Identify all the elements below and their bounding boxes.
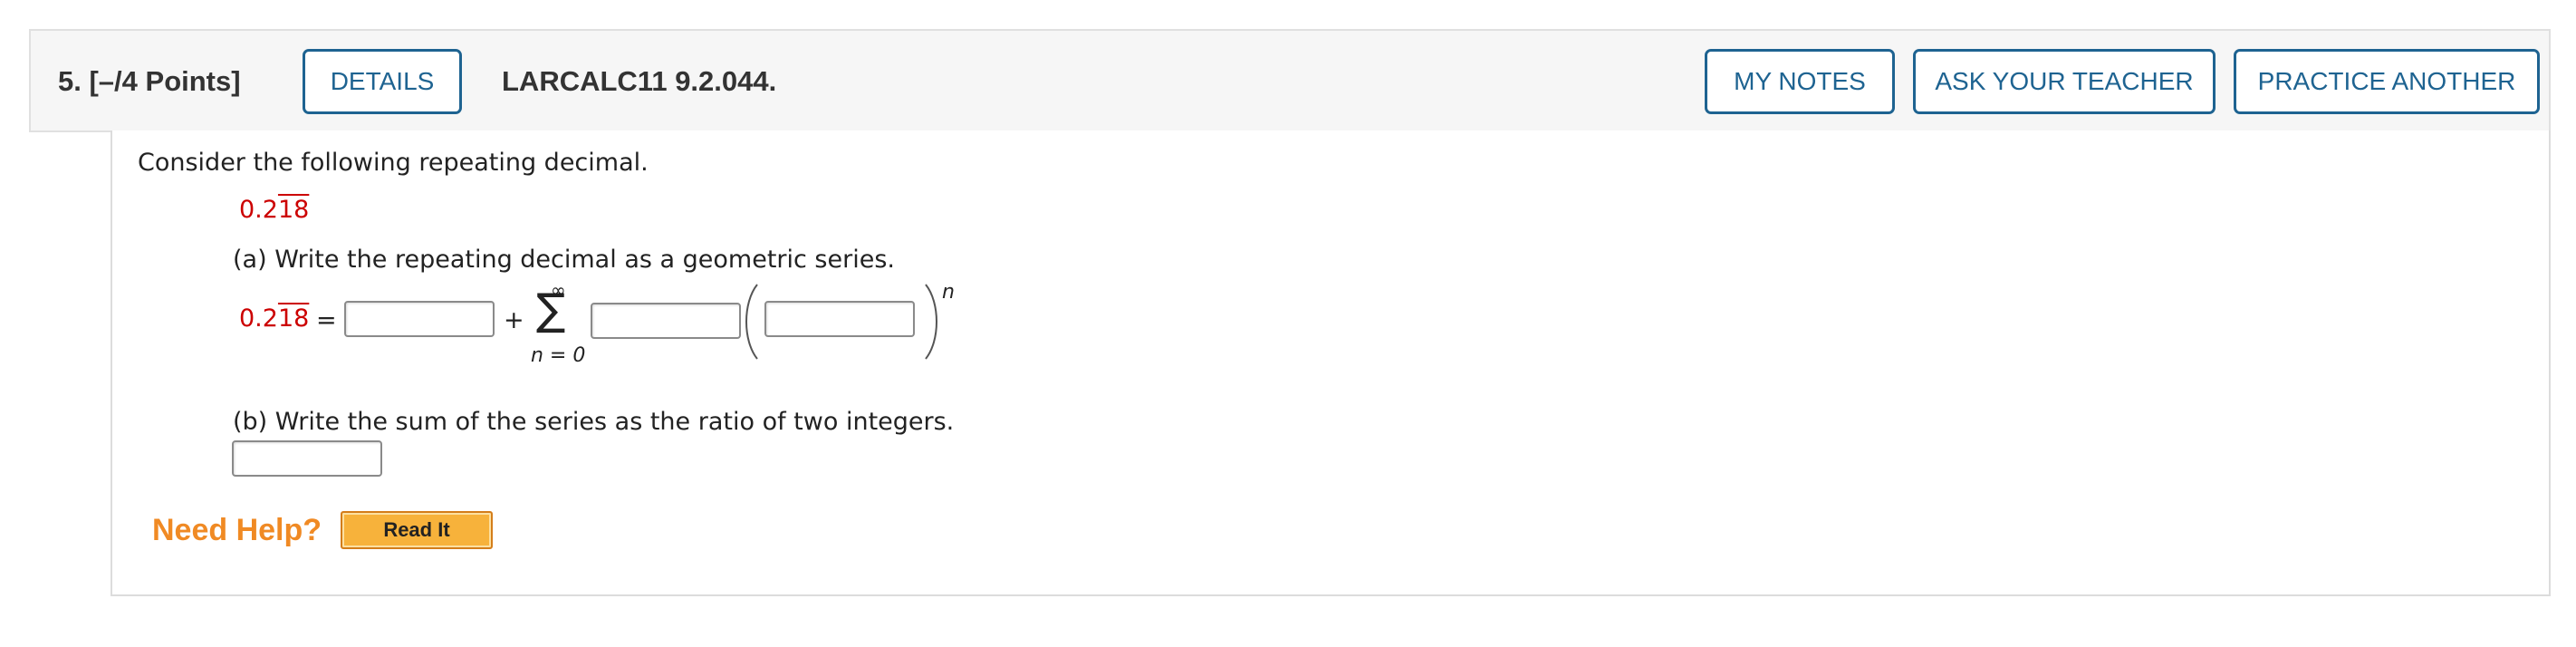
answer-a-ratio[interactable] bbox=[764, 301, 915, 337]
question-points: [–/4 Points] bbox=[89, 65, 241, 97]
series-exponent: n bbox=[942, 281, 955, 304]
question-number-points: 5. [–/4 Points] bbox=[58, 65, 241, 98]
answer-a-first-term[interactable] bbox=[344, 301, 495, 337]
part-b-prompt: (b) Write the sum of the series as the r… bbox=[233, 408, 955, 436]
answer-a-coefficient[interactable] bbox=[591, 303, 741, 339]
need-help-label: Need Help? bbox=[152, 513, 322, 547]
answer-b-ratio[interactable] bbox=[232, 440, 382, 477]
sigma-symbol: ∑ bbox=[536, 285, 566, 335]
details-button[interactable]: DETAILS bbox=[303, 49, 462, 114]
right-paren bbox=[925, 284, 937, 360]
question-header: 5. [–/4 Points] DETAILS LARCALC11 9.2.04… bbox=[29, 29, 2551, 132]
series-decimal-prefix: 0.2 bbox=[239, 304, 278, 333]
series-decimal: 0.218 bbox=[239, 304, 309, 333]
question-id: LARCALC11 9.2.044. bbox=[502, 65, 777, 97]
repeating-decimal: 0.218 bbox=[239, 196, 309, 224]
ask-your-teacher-button[interactable]: ASK YOUR TEACHER bbox=[1913, 49, 2216, 114]
my-notes-button[interactable]: MY NOTES bbox=[1705, 49, 1895, 114]
question-number: 5. bbox=[58, 65, 82, 97]
equals-sign: = bbox=[316, 306, 337, 334]
sum-lower-limit: n = 0 bbox=[531, 344, 586, 367]
read-it-button[interactable]: Read It bbox=[341, 511, 493, 549]
plus-sign: + bbox=[504, 306, 524, 334]
series-decimal-repeat: 18 bbox=[277, 304, 310, 333]
practice-another-button[interactable]: PRACTICE ANOTHER bbox=[2234, 49, 2540, 114]
decimal-prefix: 0.2 bbox=[239, 196, 278, 224]
question-prompt: Consider the following repeating decimal… bbox=[138, 149, 649, 177]
left-paren bbox=[745, 284, 758, 360]
part-a-prompt: (a) Write the repeating decimal as a geo… bbox=[233, 246, 895, 274]
decimal-repeat: 18 bbox=[277, 196, 310, 224]
